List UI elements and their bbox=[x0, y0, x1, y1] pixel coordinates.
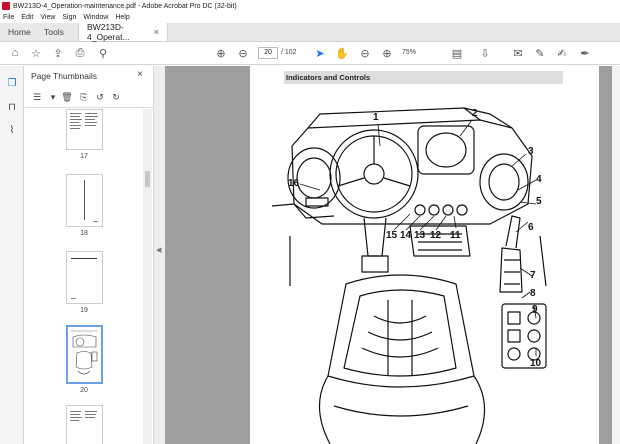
callout-4: 4 bbox=[536, 174, 542, 185]
acrobat-icon bbox=[2, 2, 10, 10]
zoom-in-icon[interactable]: ⊕ bbox=[380, 46, 394, 60]
callout-7: 7 bbox=[530, 270, 536, 281]
sign-icon[interactable]: ✍ bbox=[555, 46, 569, 60]
rotate-right-icon[interactable]: ↻ bbox=[110, 91, 122, 103]
callout-12: 12 bbox=[430, 230, 442, 241]
comment-icon[interactable]: ✉ bbox=[511, 46, 525, 60]
thumbnail-preview bbox=[71, 258, 97, 299]
thumbnail-label: 18 bbox=[80, 230, 88, 237]
page-thumbnails-panel: Page Thumbnails × ☰ ▾ 🗑 ⎘ ↺ ↻ 17 18 19 2… bbox=[25, 66, 153, 444]
callout-3: 3 bbox=[528, 146, 534, 157]
page-thumbnails-icon[interactable]: ❐ bbox=[5, 76, 19, 90]
callout-6: 6 bbox=[528, 222, 534, 233]
home-icon[interactable]: ⌂ bbox=[8, 46, 22, 60]
bookmark-star-icon[interactable]: ☆ bbox=[29, 46, 43, 60]
thumbnail-label: 17 bbox=[80, 153, 88, 160]
thumbnail-label: 19 bbox=[80, 307, 88, 314]
print-icon[interactable]: ⎙ bbox=[73, 46, 87, 60]
callout-2: 2 bbox=[472, 108, 478, 119]
callout-14: 14 bbox=[400, 230, 412, 241]
menu-file[interactable]: File bbox=[3, 14, 14, 21]
delete-page-icon[interactable]: 🗑 bbox=[61, 91, 73, 103]
thumbnail-scrollbar[interactable] bbox=[143, 109, 152, 444]
menu-help[interactable]: Help bbox=[115, 14, 129, 21]
select-cursor-icon[interactable]: ➤ bbox=[313, 46, 327, 60]
menu-view[interactable]: View bbox=[40, 14, 55, 21]
current-page-input[interactable]: 20 bbox=[258, 47, 278, 59]
thumbnail-preview bbox=[70, 411, 97, 421]
tab-close-icon[interactable]: × bbox=[154, 27, 159, 37]
callout-9: 9 bbox=[532, 304, 538, 315]
callout-1: 1 bbox=[373, 112, 379, 123]
document-viewer: Indicators and Controls 1 2 3 4 5 6 7 8 … bbox=[165, 66, 620, 444]
thumbnail-label: 20 bbox=[80, 387, 88, 394]
menu-sign[interactable]: Sign bbox=[62, 14, 76, 21]
callout-8: 8 bbox=[530, 288, 536, 299]
collapse-panel-icon[interactable]: ◀ bbox=[156, 246, 161, 254]
menu-window[interactable]: Window bbox=[83, 14, 108, 21]
fill-sign-icon[interactable]: ✒ bbox=[578, 46, 592, 60]
thumbnail-page[interactable] bbox=[66, 174, 103, 227]
document-scrollbar[interactable] bbox=[612, 66, 620, 444]
thumbnail-options-icon[interactable]: ☰ bbox=[31, 91, 43, 103]
thumbnail-preview bbox=[84, 180, 98, 222]
operator-cab-diagram: 1 2 3 4 5 6 7 8 9 10 11 12 13 14 15 16 bbox=[271, 107, 547, 444]
thumbnail-preview bbox=[70, 113, 98, 129]
navigation-rail: ❐ ⊓ ⌇ bbox=[0, 66, 24, 444]
options-dropdown-icon[interactable]: ▾ bbox=[47, 91, 59, 103]
tab-tools[interactable]: Tools bbox=[36, 23, 78, 41]
thumbnail-list: 17 18 19 20 bbox=[25, 109, 143, 444]
thumbnail-page[interactable] bbox=[66, 251, 103, 304]
previous-page-icon[interactable]: ⊕ bbox=[214, 46, 228, 60]
page-layout-icon[interactable]: ▤ bbox=[450, 46, 464, 60]
highlight-icon[interactable]: ✎ bbox=[533, 46, 547, 60]
next-page-icon[interactable]: ⊖ bbox=[236, 46, 250, 60]
scroll-mode-icon[interactable]: ⇩ bbox=[478, 46, 492, 60]
thumbnail-page-selected[interactable] bbox=[66, 325, 103, 384]
panel-close-icon[interactable]: × bbox=[137, 69, 143, 80]
zoom-out-icon[interactable]: ⊖ bbox=[358, 46, 372, 60]
callout-5: 5 bbox=[536, 196, 542, 207]
panel-title: Page Thumbnails bbox=[31, 71, 97, 81]
tab-bar: Home Tools BW213D-4_Operat... × bbox=[0, 22, 620, 42]
rotate-left-icon[interactable]: ↺ bbox=[94, 91, 106, 103]
menu-edit[interactable]: Edit bbox=[21, 14, 33, 21]
thumbnail-preview bbox=[71, 330, 98, 375]
toolbar: ⌂ ☆ ⇪ ⎙ ⚲ ⊕ ⊖ 20 / 102 ➤ ✋ ⊖ ⊕ 75% ▤ ⇩ ✉… bbox=[0, 42, 620, 65]
hand-tool-icon[interactable]: ✋ bbox=[335, 46, 349, 60]
window-title: BW213D-4_Operation-maintenance.pdf - Ado… bbox=[13, 2, 237, 10]
tab-document[interactable]: BW213D-4_Operat... × bbox=[78, 22, 168, 42]
thumbnail-page[interactable] bbox=[66, 109, 103, 150]
section-header: Indicators and Controls bbox=[284, 71, 563, 84]
zoom-search-icon[interactable]: ⚲ bbox=[96, 46, 110, 60]
thumbnail-page[interactable] bbox=[66, 405, 103, 444]
thumbnail-scroll-thumb[interactable] bbox=[145, 171, 150, 187]
attachments-icon[interactable]: ⌇ bbox=[5, 123, 19, 137]
panel-splitter[interactable]: ◀ bbox=[153, 66, 165, 444]
extract-page-icon[interactable]: ⎘ bbox=[78, 91, 90, 103]
zoom-level[interactable]: 75% bbox=[402, 49, 416, 56]
callout-10: 10 bbox=[530, 358, 542, 369]
pdf-page: Indicators and Controls 1 2 3 4 5 6 7 8 … bbox=[250, 66, 599, 444]
panel-toolbar: ☰ ▾ 🗑 ⎘ ↺ ↻ bbox=[25, 88, 153, 108]
callout-16: 16 bbox=[288, 178, 300, 189]
tab-document-label: BW213D-4_Operat... bbox=[87, 22, 130, 42]
bookmarks-icon[interactable]: ⊓ bbox=[5, 100, 19, 114]
callout-15: 15 bbox=[386, 230, 398, 241]
tab-home[interactable]: Home bbox=[0, 23, 36, 41]
callout-13: 13 bbox=[414, 230, 426, 241]
callout-11: 11 bbox=[450, 230, 461, 241]
title-bar: BW213D-4_Operation-maintenance.pdf - Ado… bbox=[0, 0, 620, 12]
upload-icon[interactable]: ⇪ bbox=[51, 46, 65, 60]
page-count: / 102 bbox=[281, 49, 297, 56]
